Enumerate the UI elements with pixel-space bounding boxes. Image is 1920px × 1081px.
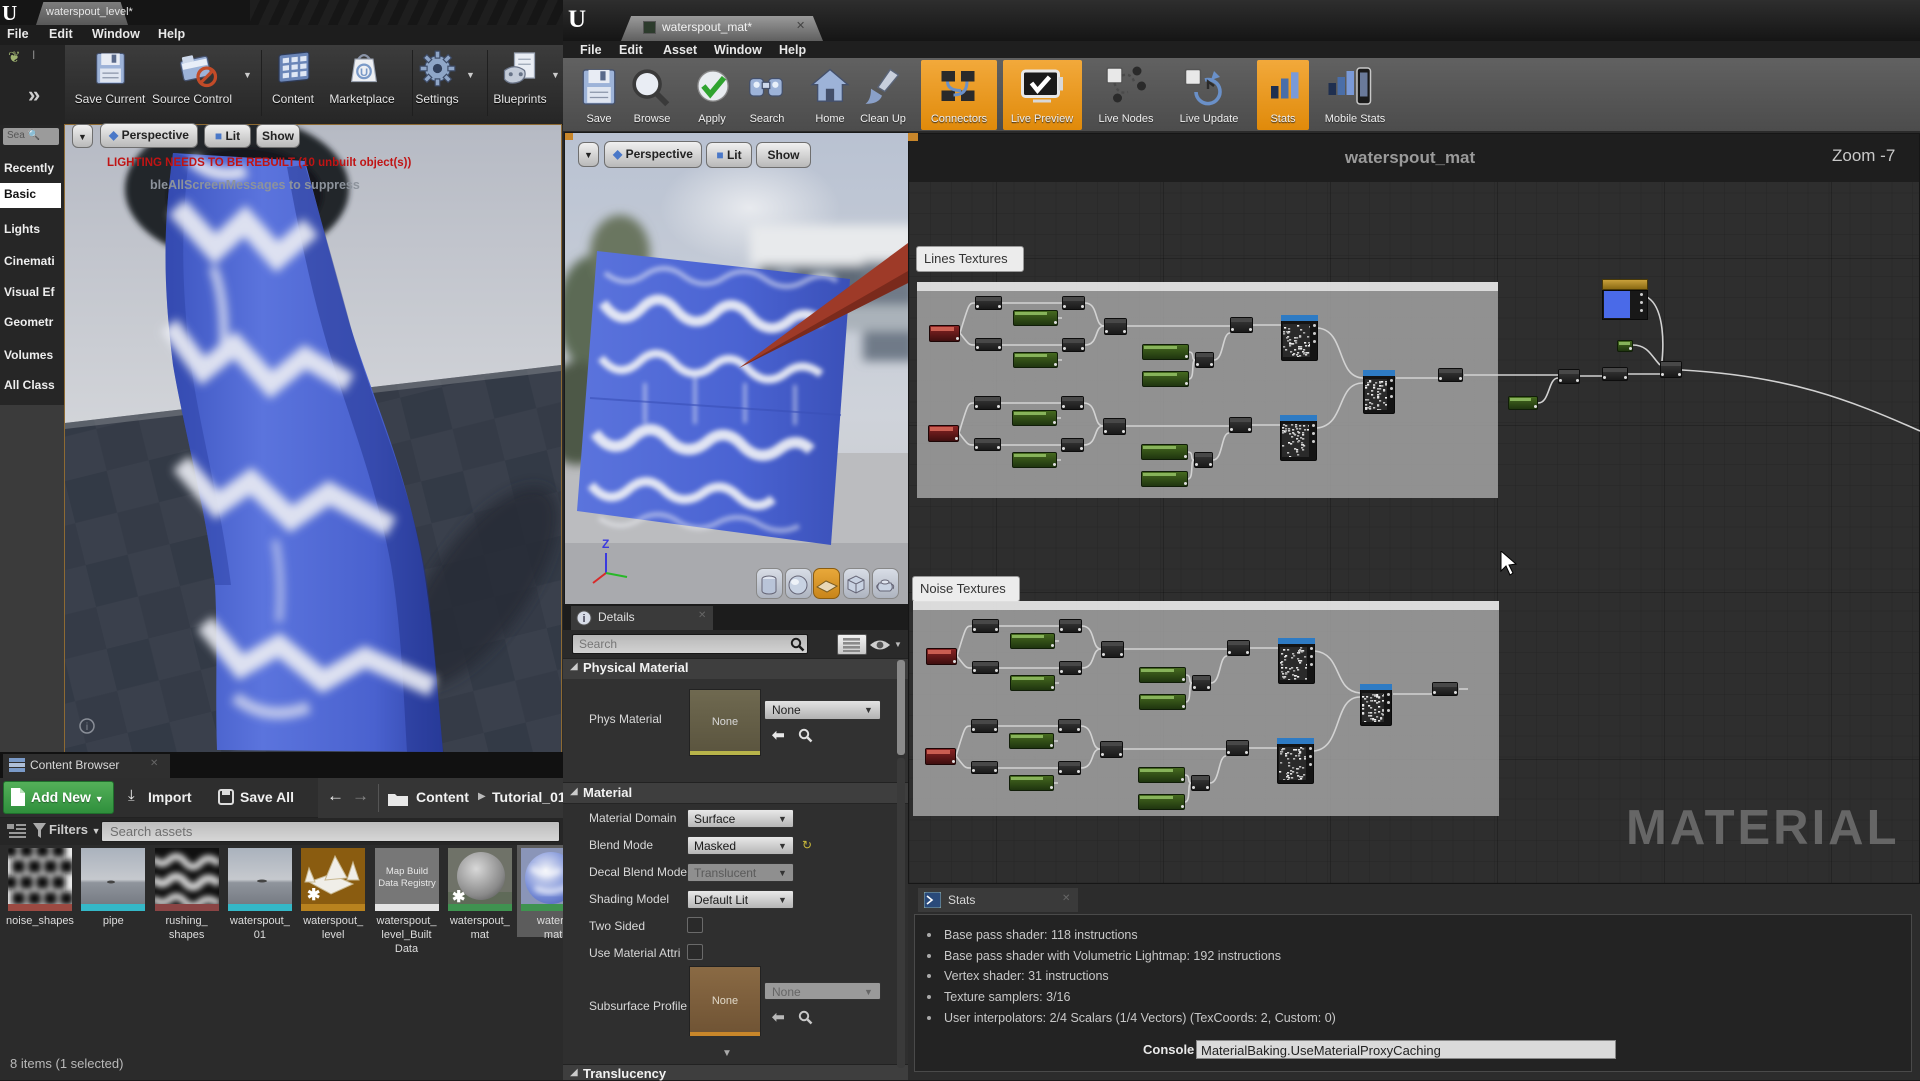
svg-text:✱: ✱ — [307, 887, 320, 904]
svg-text:Z: Z — [602, 537, 609, 551]
svg-text:i: i — [582, 613, 585, 625]
svg-text:i: i — [86, 722, 88, 733]
svg-text:Map Build: Map Build — [385, 866, 427, 877]
svg-text:✱: ✱ — [452, 889, 465, 906]
svg-text:Data Registry: Data Registry — [378, 878, 436, 889]
svg-text:U: U — [360, 67, 368, 79]
